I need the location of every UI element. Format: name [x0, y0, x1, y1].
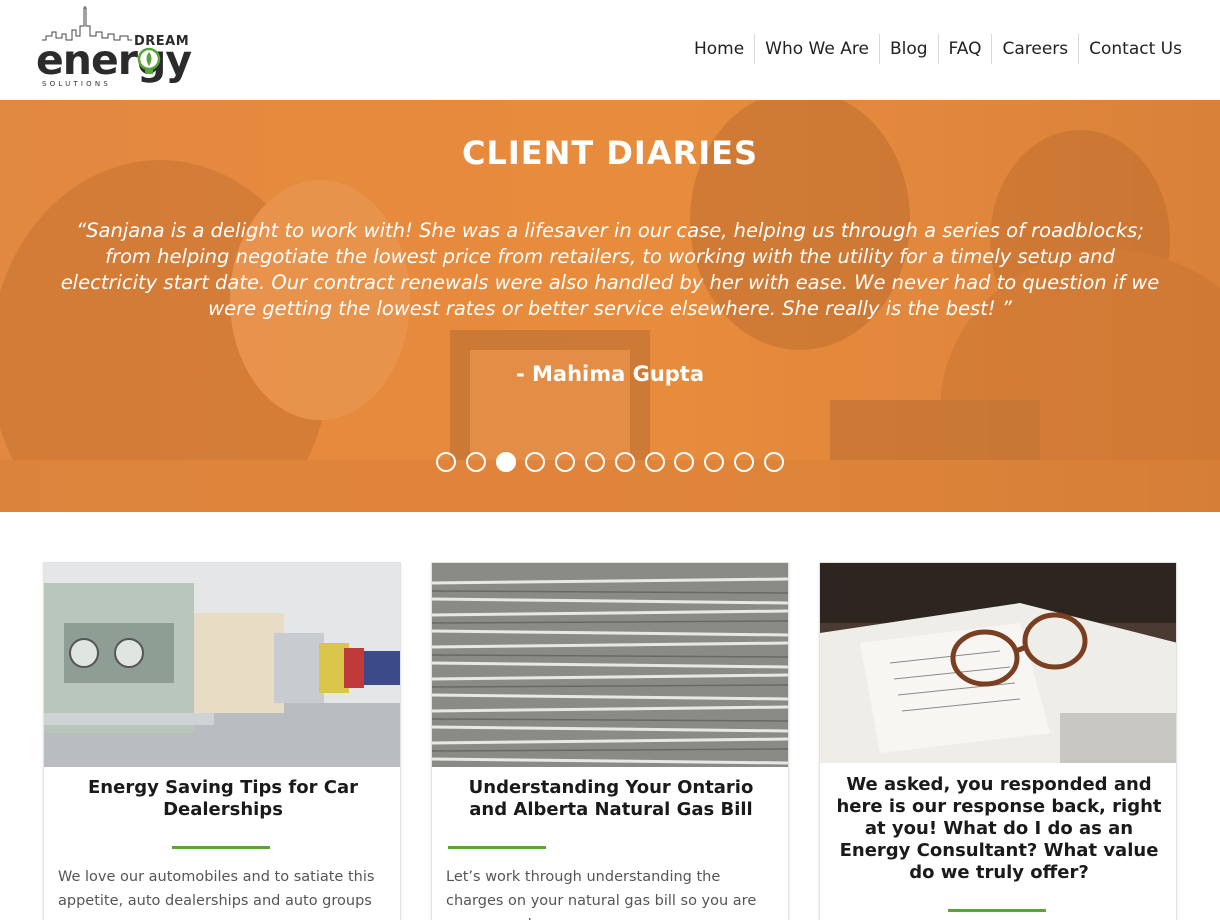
card-divider — [948, 909, 1046, 912]
testimonial-author: - Mahima Gupta — [515, 362, 705, 386]
slider-dot[interactable] — [436, 452, 456, 472]
blog-card[interactable]: We asked, you responded and here is our … — [819, 562, 1177, 920]
slider-dot[interactable] — [704, 452, 725, 472]
site-header: DREAM energy SOLUTIONS Home Who We Are B… — [0, 0, 1220, 100]
card-image-cars[interactable] — [44, 563, 400, 767]
nav-blog[interactable]: Blog — [880, 34, 939, 64]
slider-dot[interactable] — [733, 452, 754, 472]
lightbulb-leaf-icon — [137, 47, 161, 74]
slider-pagination — [436, 452, 794, 472]
card-divider — [172, 846, 270, 849]
card-title[interactable]: Understanding Your Ontario and Alberta N… — [448, 777, 774, 821]
slider-dot[interactable] — [465, 452, 486, 472]
card-title[interactable]: We asked, you responded and here is our … — [836, 774, 1162, 884]
testimonial-quote: “Sanjana is a delight to work with! She … — [60, 219, 1160, 320]
slider-dot[interactable] — [555, 452, 576, 472]
slider-dot[interactable] — [525, 452, 546, 472]
slider-dot[interactable] — [584, 452, 605, 472]
card-excerpt: We love our automobiles and to satiate t… — [58, 869, 375, 909]
nav-who-we-are[interactable]: Who We Are — [755, 34, 880, 64]
nav-careers[interactable]: Careers — [992, 34, 1080, 64]
card-image-glasses-notebook[interactable] — [820, 563, 1176, 763]
blog-card[interactable]: Understanding Your Ontario and Alberta N… — [431, 562, 789, 920]
dream-energy-logo[interactable]: DREAM energy SOLUTIONS — [36, 6, 196, 94]
nav-contact-us[interactable]: Contact Us — [1079, 34, 1182, 64]
card-divider — [448, 846, 546, 849]
logo-solutions-text: SOLUTIONS — [42, 80, 111, 88]
slider-dot[interactable] — [614, 452, 635, 472]
card-excerpt: Let’s work through understanding the cha… — [446, 869, 757, 920]
slider-dot[interactable] — [763, 452, 784, 472]
card-title[interactable]: Energy Saving Tips for Car Dealerships — [60, 777, 386, 821]
main-nav: Home Who We Are Blog FAQ Careers Contact… — [694, 34, 1182, 64]
hero-title: CLIENT DIARIES — [461, 134, 759, 172]
nav-home[interactable]: Home — [694, 34, 756, 64]
slider-dot-active[interactable] — [495, 452, 516, 472]
slider-dot[interactable] — [644, 452, 665, 472]
slider-dot[interactable] — [674, 452, 695, 472]
blog-card[interactable]: Energy Saving Tips for Car Dealerships W… — [43, 562, 401, 920]
card-image-paper-stacks[interactable] — [432, 563, 788, 767]
nav-faq[interactable]: FAQ — [939, 34, 993, 64]
client-diaries-slider: CLIENT DIARIES “Sanjana is a delight to … — [0, 100, 1220, 512]
